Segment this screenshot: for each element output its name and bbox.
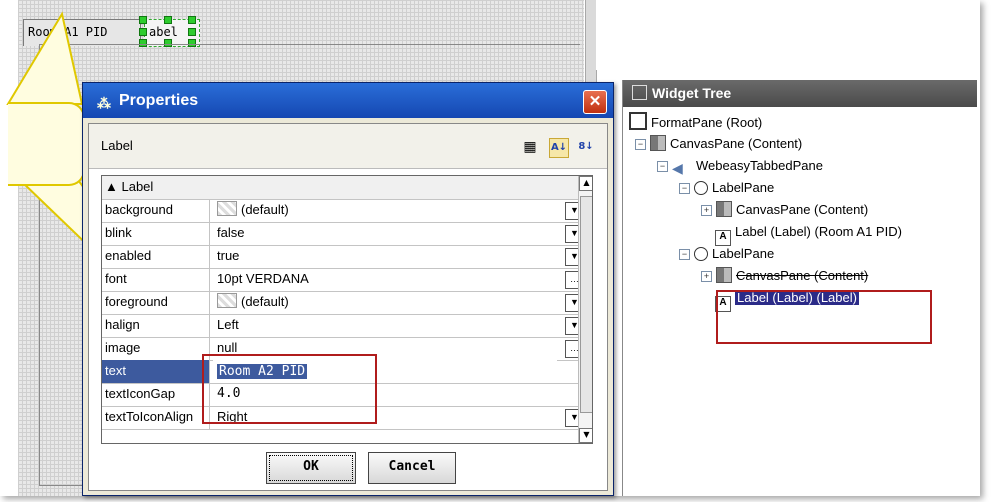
tree-node-labelpane-1[interactable]: − LabelPane [679, 177, 774, 199]
highlight-box-tree [716, 290, 932, 344]
properties-header: Label ▦ A↓ 8↓ [89, 124, 607, 169]
property-value[interactable]: (default) [213, 291, 557, 314]
selection-handle[interactable] [139, 16, 147, 24]
selected-widget-label: Label [101, 138, 133, 153]
tree-node-canvaspane-2[interactable]: + CanvasPane (Content) [701, 265, 868, 287]
tree-node-formatpane[interactable]: FormatPane (Root) [629, 112, 762, 134]
scroll-up-icon[interactable]: ▲ [579, 176, 592, 191]
property-name: text [102, 360, 210, 383]
tree-node-label: FormatPane (Root) [651, 115, 763, 130]
property-row-font[interactable]: font 10pt VERDANA … [102, 268, 584, 292]
tree-node-labelpane-2[interactable]: − LabelPane [679, 243, 774, 265]
property-name: textToIconAlign [102, 406, 210, 429]
property-value-text: (default) [241, 202, 289, 217]
tabbed-pane-icon: ◀ [672, 160, 683, 176]
expand-icon[interactable]: + [701, 205, 712, 216]
scroll-thumb[interactable] [580, 196, 592, 413]
tree-node-label: CanvasPane (Content) [736, 268, 869, 283]
property-row-background[interactable]: background (default) ▼ [102, 199, 584, 223]
close-button[interactable]: ✕ [583, 90, 607, 114]
selection-handle[interactable] [139, 28, 147, 36]
collapse-icon[interactable]: − [657, 161, 668, 172]
categorized-view-icon[interactable]: ▦ [521, 138, 539, 156]
property-value[interactable]: (default) [213, 199, 557, 222]
sort-order-icon[interactable]: 8↓ [577, 138, 595, 156]
tree-node-label: LabelPane [712, 246, 775, 261]
tree-node-canvaspane-1[interactable]: + CanvasPane (Content) [701, 199, 868, 221]
property-name: textIconGap [102, 383, 210, 406]
label-pane-icon [694, 247, 708, 261]
tab-room-a1-pid[interactable]: Room A1 PID [23, 19, 141, 46]
vertical-scrollbar[interactable]: ▲ ▼ [578, 176, 592, 443]
tree-node-label: CanvasPane (Content) [736, 202, 869, 217]
property-name: font [102, 268, 210, 291]
collapse-icon[interactable]: − [679, 183, 690, 194]
tree-node-label: Label (Label) (Room A1 PID) [735, 224, 902, 239]
widget-tree-title: Widget Tree [652, 85, 732, 101]
canvas-pane-icon [650, 135, 666, 151]
ok-button[interactable]: OK [266, 452, 356, 484]
properties-dialog: ⁂ Properties ✕ Label ▦ A↓ 8↓ ▲ Label back… [82, 82, 614, 496]
properties-icon: ⁂ [97, 95, 111, 111]
tree-node-tabbedpane[interactable]: − ◀ WebeasyTabbedPane [657, 155, 823, 177]
property-name: image [102, 337, 210, 360]
expand-icon[interactable]: + [701, 271, 712, 282]
property-value[interactable]: 10pt VERDANA [213, 268, 557, 291]
selection-handle[interactable] [164, 16, 172, 24]
highlight-box-text [202, 354, 377, 424]
tree-icon [632, 85, 647, 100]
cancel-button[interactable]: Cancel [368, 452, 456, 484]
label-pane-icon [694, 181, 708, 195]
tree-node-label: LabelPane [712, 180, 775, 195]
property-name: enabled [102, 245, 210, 268]
section-row-label[interactable]: ▲ Label [102, 176, 578, 200]
selection-handle[interactable] [188, 28, 196, 36]
dialog-title: Properties [119, 92, 199, 109]
property-name: halign [102, 314, 210, 337]
property-value[interactable]: true [213, 245, 557, 268]
property-row-foreground[interactable]: foreground (default) ▼ [102, 291, 584, 315]
color-swatch-icon [217, 293, 237, 308]
collapse-icon[interactable]: − [635, 139, 646, 150]
color-swatch-icon [217, 201, 237, 216]
property-row-blink[interactable]: blink false ▼ [102, 222, 584, 246]
tab-label-text: abel [149, 25, 178, 39]
right-top-pane [596, 0, 976, 70]
tree-node-label: CanvasPane (Content) [670, 136, 803, 151]
collapse-icon[interactable]: − [679, 249, 690, 260]
property-name: background [102, 199, 210, 222]
property-row-enabled[interactable]: enabled true ▼ [102, 245, 584, 269]
format-pane-icon [629, 112, 647, 130]
property-value[interactable]: false [213, 222, 557, 245]
tree-node-label: WebeasyTabbedPane [696, 158, 823, 173]
selection-handle[interactable] [188, 16, 196, 24]
callout-bubble [8, 102, 85, 186]
canvas-pane-icon [716, 267, 732, 283]
scroll-down-icon[interactable]: ▼ [579, 428, 592, 443]
property-name: blink [102, 222, 210, 245]
canvas-pane-icon [716, 201, 732, 217]
dialog-title-bar[interactable]: ⁂ Properties ✕ [83, 83, 613, 118]
dialog-body: Label ▦ A↓ 8↓ ▲ Label background (defaul… [88, 123, 608, 491]
widget-tree-header: Widget Tree [623, 80, 977, 107]
property-value-text: (default) [241, 294, 289, 309]
sort-az-icon[interactable]: A↓ [549, 138, 569, 158]
section-header: ▲ Label [102, 176, 562, 199]
tree-node-canvaspane-root[interactable]: − CanvasPane (Content) [635, 133, 802, 155]
property-row-halign[interactable]: halign Left ▼ [102, 314, 584, 338]
section-title: Label [121, 179, 154, 194]
canvas-tab-strip: Room A1 PID abel [18, 14, 584, 47]
property-value[interactable]: Left [213, 314, 557, 337]
widget-tree-panel: Widget Tree FormatPane (Root) − CanvasPan… [622, 80, 977, 496]
property-name: foreground [102, 291, 210, 314]
collapse-arrow-icon[interactable]: ▲ [105, 179, 121, 194]
tree-node-label-room-a1[interactable]: A Label (Label) (Room A1 PID) [715, 221, 902, 246]
